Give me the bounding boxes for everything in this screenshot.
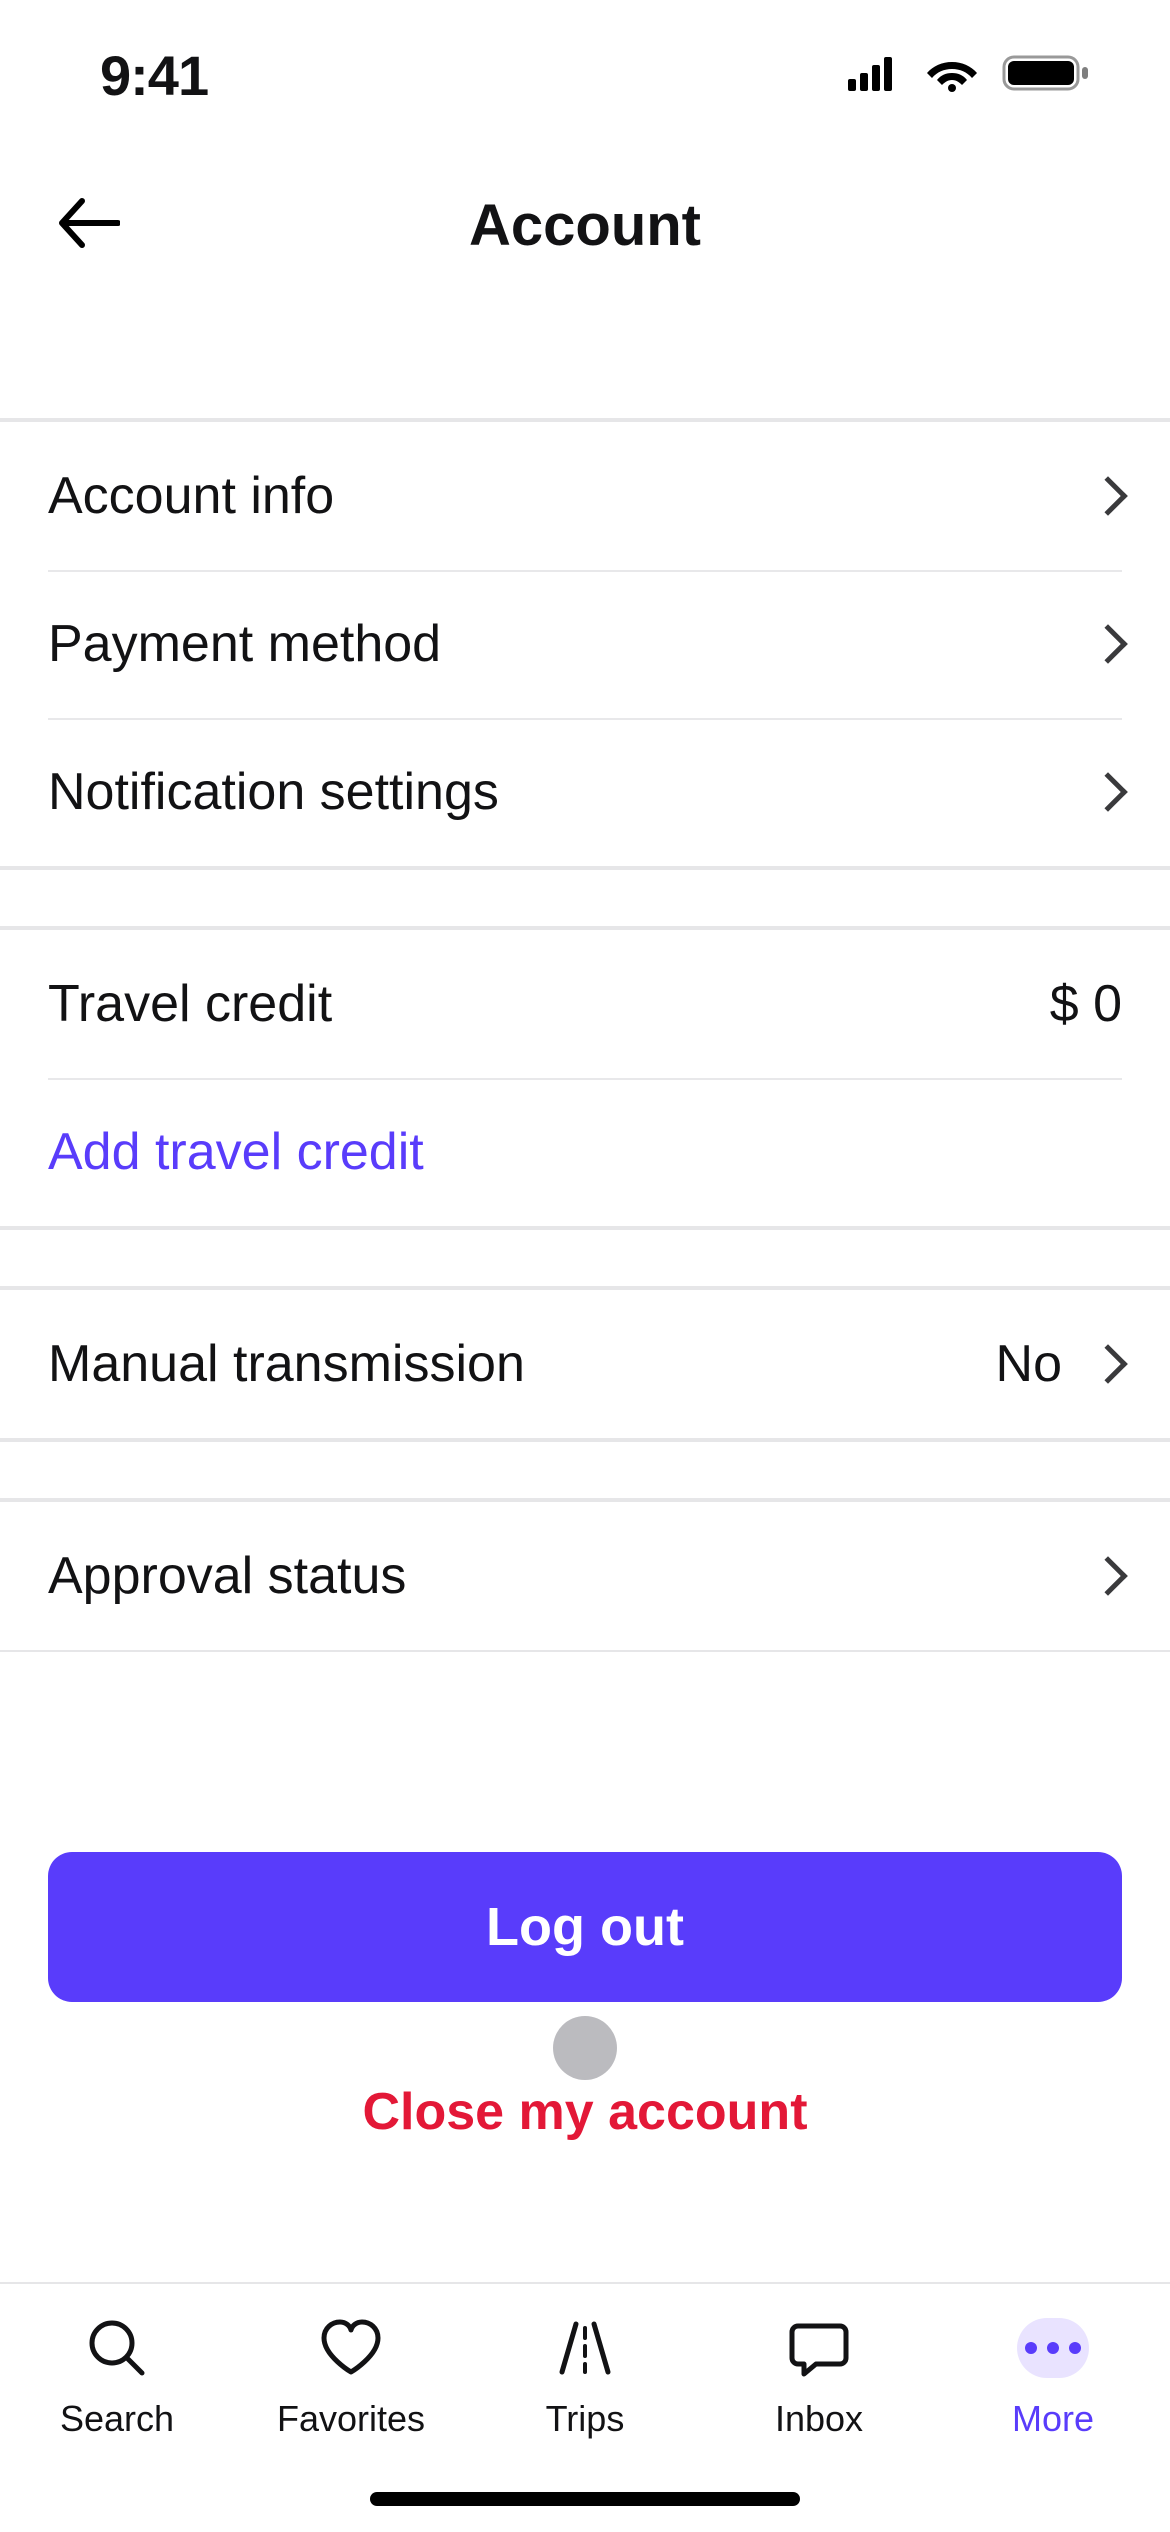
status-indicators: [848, 53, 1090, 98]
row-label: Manual transmission: [48, 1334, 525, 1394]
tab-label: Search: [60, 2398, 174, 2440]
road-icon: [549, 2312, 621, 2384]
cellular-icon: [848, 55, 902, 96]
row-approval-status[interactable]: Approval status: [0, 1502, 1170, 1650]
row-label: Approval status: [48, 1546, 406, 1606]
row-notification-settings[interactable]: Notification settings: [0, 718, 1170, 866]
transmission-value: No: [996, 1334, 1062, 1394]
tab-label: Trips: [546, 2398, 625, 2440]
chevron-right-icon: [1088, 1344, 1128, 1384]
nav-header: Account: [0, 150, 1170, 300]
approval-section: Approval status: [0, 1500, 1170, 1652]
tab-label: Favorites: [277, 2398, 425, 2440]
travel-credit-value: $ 0: [1050, 974, 1122, 1034]
row-label: Payment method: [48, 614, 441, 674]
section-spacer: [0, 1228, 1170, 1288]
tab-search[interactable]: Search: [0, 2312, 234, 2440]
page-title: Account: [469, 192, 701, 259]
travel-credit-section: Travel credit $ 0 Add travel credit: [0, 928, 1170, 1228]
logout-button[interactable]: Log out: [48, 1852, 1122, 2002]
row-manual-transmission[interactable]: Manual transmission No: [0, 1290, 1170, 1438]
tab-label: Inbox: [775, 2398, 863, 2440]
tab-more[interactable]: More: [936, 2312, 1170, 2440]
search-icon: [81, 2312, 153, 2384]
tab-inbox[interactable]: Inbox: [702, 2312, 936, 2440]
row-payment-method[interactable]: Payment method: [0, 570, 1170, 718]
section-spacer: [0, 300, 1170, 420]
wifi-icon: [926, 54, 978, 97]
close-account-button[interactable]: Close my account: [0, 2062, 1170, 2162]
chat-icon: [783, 2312, 855, 2384]
tab-favorites[interactable]: Favorites: [234, 2312, 468, 2440]
chevron-right-icon: [1088, 1556, 1128, 1596]
section-spacer: [0, 868, 1170, 928]
row-label: Notification settings: [48, 762, 499, 822]
logout-label: Log out: [486, 1896, 684, 1958]
transmission-section: Manual transmission No: [0, 1288, 1170, 1440]
back-button[interactable]: [48, 185, 128, 265]
chevron-right-icon: [1088, 624, 1128, 664]
close-account-label: Close my account: [362, 2083, 807, 2141]
home-indicator[interactable]: [370, 2492, 800, 2506]
arrow-left-icon: [56, 197, 120, 254]
battery-icon: [1002, 53, 1090, 98]
status-bar: 9:41: [0, 0, 1170, 150]
chevron-right-icon: [1088, 476, 1128, 516]
tab-label: More: [1012, 2398, 1094, 2440]
account-section: Account info Payment method Notification…: [0, 420, 1170, 868]
row-travel-credit[interactable]: Travel credit $ 0: [0, 930, 1170, 1078]
row-label: Account info: [48, 466, 334, 526]
tab-trips[interactable]: Trips: [468, 2312, 702, 2440]
section-spacer: [0, 1440, 1170, 1500]
chevron-right-icon: [1088, 772, 1128, 812]
row-account-info[interactable]: Account info: [0, 422, 1170, 570]
more-icon: [1017, 2312, 1089, 2384]
row-add-travel-credit[interactable]: Add travel credit: [0, 1078, 1170, 1226]
add-travel-credit-link: Add travel credit: [48, 1122, 424, 1182]
touch-indicator-icon: [553, 2016, 617, 2080]
status-time: 9:41: [100, 43, 208, 108]
row-label: Travel credit: [48, 974, 332, 1034]
heart-icon: [315, 2312, 387, 2384]
